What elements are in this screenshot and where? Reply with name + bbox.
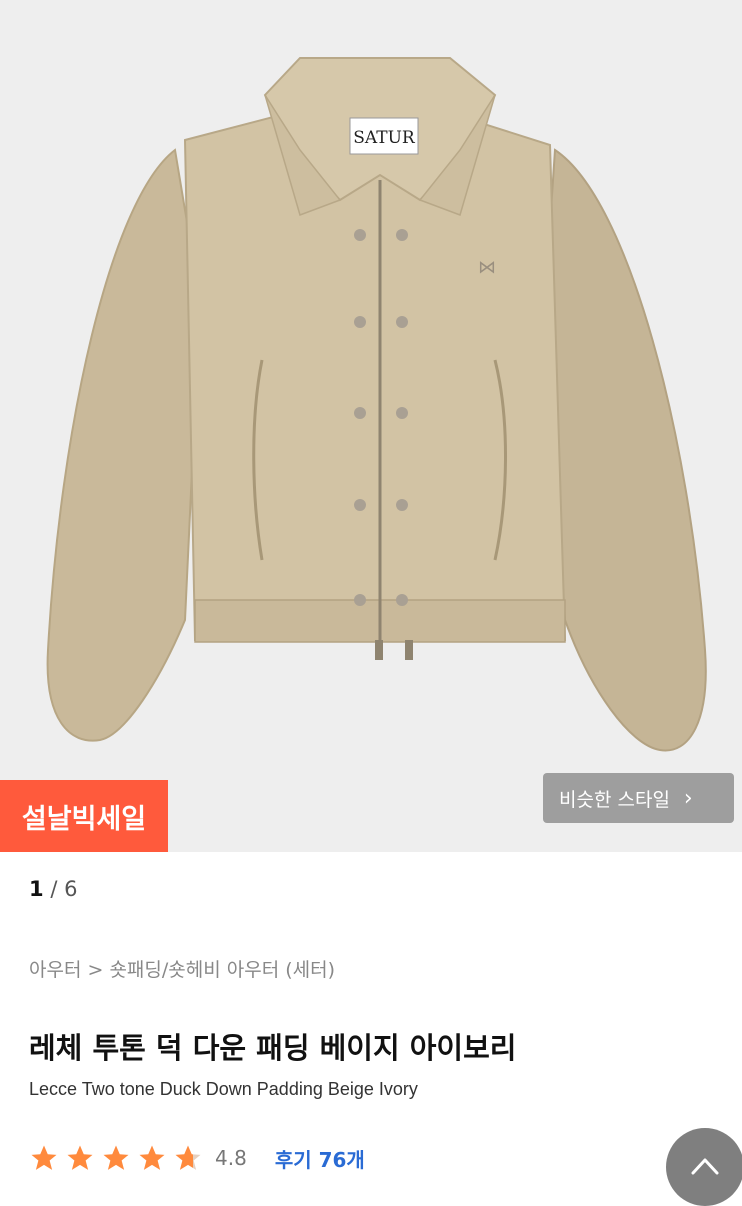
chevron-right-icon: › <box>683 785 693 811</box>
star-icon <box>31 1145 57 1170</box>
star-icon <box>139 1145 165 1170</box>
svg-text:SATUR: SATUR <box>353 128 416 148</box>
chevron-up-icon <box>691 1158 719 1175</box>
similar-style-button[interactable]: 비슷한 스타일 › <box>543 773 734 823</box>
image-counter-current: 1 <box>29 877 44 901</box>
half-star-icon <box>175 1145 201 1170</box>
image-counter-separator: / <box>50 877 58 901</box>
sale-badge: 설날빅세일 <box>0 780 168 852</box>
review-count-link[interactable]: 후기 76개 <box>275 1144 365 1173</box>
rating-value: 4.8 <box>215 1146 247 1170</box>
svg-text:⋈: ⋈ <box>478 257 496 278</box>
image-counter: 1 / 6 <box>29 877 77 901</box>
scroll-top-button[interactable] <box>666 1128 742 1206</box>
product-title-korean: 레체 투톤 덕 다운 패딩 베이지 아이보리 <box>29 1031 517 1065</box>
image-counter-total: 6 <box>64 877 78 901</box>
star-icon <box>67 1145 93 1170</box>
rating-row: 4.8 후기 76개 <box>29 1140 365 1176</box>
similar-style-label: 비슷한 스타일 <box>559 788 670 811</box>
product-image-area[interactable]: SATUR ⋈ 설날빅세일 비슷한 스타일 › <box>0 0 742 852</box>
jacket-image: SATUR ⋈ <box>46 57 707 752</box>
star-icon <box>103 1145 129 1170</box>
breadcrumb[interactable]: 아우터 > 숏패딩/숏헤비 아우터 (세터) <box>29 955 335 982</box>
product-title-english: Lecce Two tone Duck Down Padding Beige I… <box>29 1079 418 1099</box>
